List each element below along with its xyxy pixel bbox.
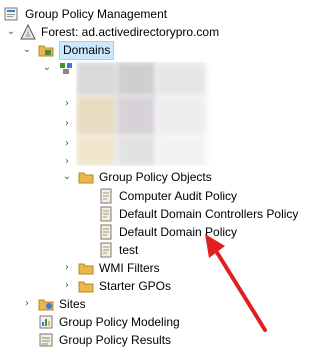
tree-root-label: Group Policy Management xyxy=(25,7,168,21)
folder-icon xyxy=(78,172,94,184)
gpo-scroll-icon xyxy=(100,242,112,258)
wmi-label: WMI Filters xyxy=(99,261,160,275)
tree-root[interactable]: Group Policy Management xyxy=(4,4,167,24)
domains-label: Domains xyxy=(59,40,115,60)
domains-expand-chevron-icon[interactable]: ⌄ xyxy=(22,40,32,60)
modeling-label: Group Policy Modeling xyxy=(59,315,180,329)
starter-label: Starter GPOs xyxy=(99,279,172,293)
gpo-scroll-icon xyxy=(100,224,112,240)
tree-gp-modeling[interactable]: Group Policy Modeling xyxy=(38,312,180,332)
folder-icon xyxy=(78,281,94,293)
tree-wmi-filters[interactable]: WMI Filters xyxy=(78,258,160,278)
gpo-item-label: Default Domain Controllers Policy xyxy=(119,207,299,221)
collapsed-chevron-icon[interactable]: › xyxy=(62,134,72,154)
results-icon xyxy=(39,333,53,347)
gpo-container-chevron-icon[interactable]: ⌄ xyxy=(62,167,72,187)
results-label: Group Policy Results xyxy=(59,333,172,347)
tree-gp-results[interactable]: Group Policy Results xyxy=(38,330,171,350)
gpo-item-test[interactable]: test xyxy=(98,240,138,260)
domain-expand-chevron-icon[interactable]: ⌄ xyxy=(42,58,52,78)
redacted-area xyxy=(76,62,238,166)
gpmc-icon xyxy=(4,7,18,21)
folder-icon xyxy=(78,263,94,275)
gpo-item-default-domain-controllers[interactable]: Default Domain Controllers Policy xyxy=(98,204,298,224)
collapsed-chevron-icon[interactable]: › xyxy=(62,114,72,134)
gpo-item-computer-audit[interactable]: Computer Audit Policy xyxy=(98,186,237,206)
tree-domains[interactable]: Domains xyxy=(38,40,115,60)
wmi-chevron-icon[interactable]: › xyxy=(62,258,72,278)
gpo-scroll-icon xyxy=(100,206,112,222)
tree-starter-gpos[interactable]: Starter GPOs xyxy=(78,276,171,296)
collapsed-chevron-icon[interactable]: › xyxy=(62,94,72,114)
modeling-icon xyxy=(39,315,53,329)
starter-chevron-icon[interactable]: › xyxy=(62,276,72,296)
forest-icon xyxy=(20,24,36,40)
sites-chevron-icon[interactable]: › xyxy=(22,294,32,314)
forest-label: Forest: ad.activedirectorypro.com xyxy=(41,25,220,39)
forest-expand-chevron-icon[interactable]: ⌄ xyxy=(6,22,16,42)
sites-label: Sites xyxy=(59,297,86,311)
annotation-arrow-icon xyxy=(205,234,267,332)
tree-gpo-container[interactable]: Group Policy Objects xyxy=(78,167,212,187)
gpo-item-label: test xyxy=(119,243,139,257)
sites-icon xyxy=(38,299,54,311)
domain-icon xyxy=(60,63,72,74)
gpo-container-label: Group Policy Objects xyxy=(99,170,212,184)
gpo-item-label: Computer Audit Policy xyxy=(119,189,238,203)
tree-forest[interactable]: Forest: ad.activedirectorypro.com xyxy=(20,22,219,42)
tree-sites[interactable]: Sites xyxy=(38,294,86,314)
gpo-scroll-icon xyxy=(100,188,112,204)
domains-folder-icon xyxy=(38,45,54,57)
